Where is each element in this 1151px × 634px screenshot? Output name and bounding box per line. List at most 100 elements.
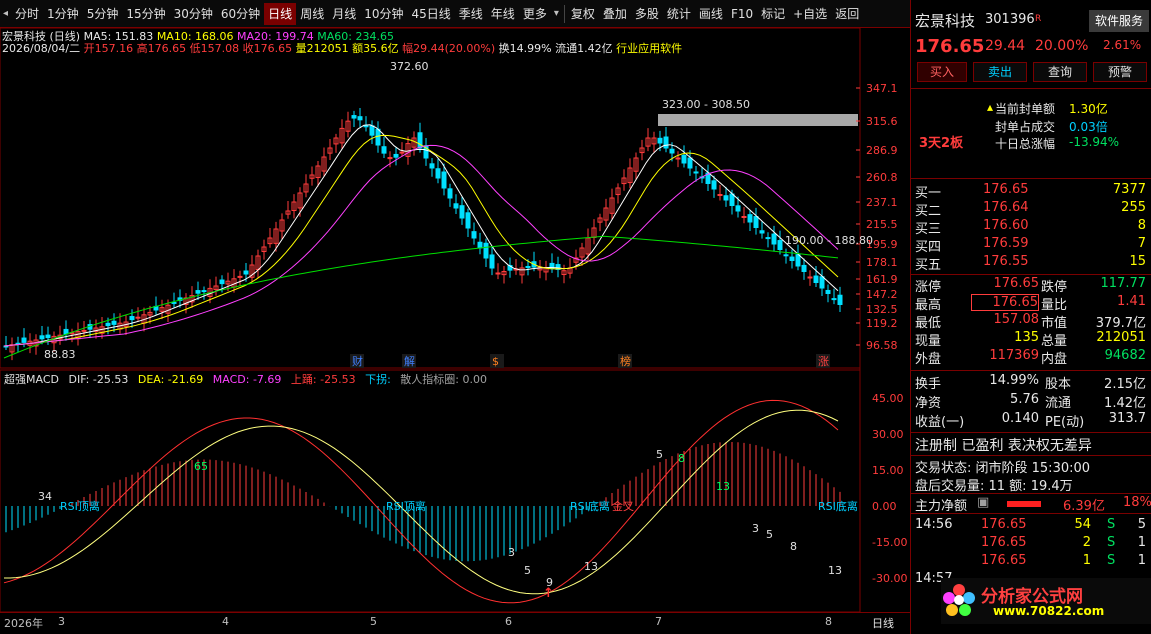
multi-stock-button[interactable]: 多股 bbox=[631, 3, 663, 25]
stat-label: 现量 bbox=[915, 334, 942, 349]
stat-row: 最高 176.65 量比 1.41 bbox=[911, 294, 1151, 313]
price-tick: 315.6 bbox=[866, 115, 898, 128]
macd-up: 上踊: -25.53 bbox=[291, 373, 356, 386]
flow-bar bbox=[1007, 501, 1041, 507]
query-button[interactable]: 查询 bbox=[1033, 62, 1087, 82]
sector-button[interactable]: 软件服务 bbox=[1089, 10, 1149, 32]
candle-body bbox=[489, 254, 495, 269]
event-marker[interactable]: 涨 bbox=[818, 355, 829, 368]
tick-price: 176.65 bbox=[981, 517, 1027, 532]
macd-panel-border bbox=[0, 369, 861, 612]
bid-row[interactable]: 买三 176.60 8 bbox=[911, 218, 1151, 237]
candle-body bbox=[201, 290, 207, 293]
period-indicator[interactable]: 日线 bbox=[872, 615, 894, 631]
f10-button[interactable]: F10 bbox=[727, 3, 757, 25]
overlay-button[interactable]: 叠加 bbox=[599, 3, 631, 25]
stats-button[interactable]: 统计 bbox=[663, 3, 695, 25]
tick-time: 14:56 bbox=[915, 517, 953, 532]
macd-annotation: 13 bbox=[584, 560, 598, 573]
stat-label: 量比 bbox=[1041, 298, 1068, 313]
tab-period-year[interactable]: 年线 bbox=[487, 3, 519, 25]
bid-row[interactable]: 买五 176.55 15 bbox=[911, 254, 1151, 273]
tab-period-more[interactable]: 更多 bbox=[519, 3, 551, 25]
alert-button[interactable]: 预警 bbox=[1093, 62, 1147, 82]
event-marker[interactable]: 财 bbox=[352, 354, 363, 368]
macd-tick: 45.00 bbox=[872, 392, 904, 405]
macd-extra: 散人指标圈: 0.00 bbox=[400, 372, 487, 386]
resistance-zone bbox=[658, 114, 858, 126]
buy-button[interactable]: 买入 bbox=[917, 62, 967, 82]
event-marker[interactable]: $ bbox=[492, 355, 499, 368]
month-label-5: 5 bbox=[370, 615, 377, 628]
tab-period-1min[interactable]: 1分钟 bbox=[43, 3, 83, 25]
price-tick: 215.5 bbox=[866, 218, 898, 231]
tick-row: 176.65 1 S 1 bbox=[911, 553, 1151, 571]
tick-price: 176.65 bbox=[981, 553, 1027, 568]
kline-chart[interactable]: 347.1315.6286.9260.8237.1215.5195.9178.1… bbox=[0, 28, 910, 612]
candle-body bbox=[495, 272, 501, 275]
tab-period-10min[interactable]: 10分钟 bbox=[360, 3, 407, 25]
stat-row: 涨停 176.65 跌停 117.77 bbox=[911, 276, 1151, 295]
bid-label: 买三 bbox=[915, 222, 942, 237]
event-markers: 财 解 $ 榜 涨 bbox=[350, 354, 830, 368]
divider bbox=[911, 513, 1151, 514]
price-change: 29.44 bbox=[985, 38, 1026, 54]
tab-period-daily[interactable]: 日线 bbox=[264, 2, 297, 25]
candle-body bbox=[753, 216, 759, 228]
bid-row[interactable]: 买四 176.59 7 bbox=[911, 236, 1151, 255]
event-marker[interactable]: 榜 bbox=[620, 354, 631, 368]
back-button[interactable]: 返回 bbox=[831, 3, 863, 25]
tab-period-fenshi[interactable]: 分时 bbox=[11, 3, 43, 25]
price-tick: 178.1 bbox=[866, 256, 898, 269]
bid-row[interactable]: 买二 176.64 255 bbox=[911, 200, 1151, 219]
tab-period-weekly[interactable]: 周线 bbox=[296, 3, 328, 25]
tick-volume: 54 bbox=[1074, 517, 1091, 532]
ma-line bbox=[3, 124, 839, 347]
more-dropdown-icon[interactable]: ▾ bbox=[551, 8, 562, 19]
add-watchlist-button[interactable]: +自选 bbox=[789, 3, 831, 25]
tick-count: 1 bbox=[1137, 535, 1146, 550]
candle-body bbox=[759, 230, 765, 234]
stat-label: 内盘 bbox=[1041, 352, 1068, 367]
turnover-label: 换 bbox=[498, 42, 510, 55]
candle-body bbox=[357, 116, 363, 121]
tab-period-monthly[interactable]: 月线 bbox=[328, 3, 360, 25]
candle-body bbox=[723, 195, 729, 201]
tab-period-5min[interactable]: 5分钟 bbox=[83, 3, 123, 25]
toolbar-left-arrow-icon[interactable]: ◂ bbox=[0, 8, 11, 19]
bid-label: 买一 bbox=[915, 186, 942, 201]
candle-body bbox=[825, 289, 831, 295]
stat-value: 135 bbox=[1014, 330, 1039, 345]
tab-period-45day[interactable]: 45日线 bbox=[408, 3, 455, 25]
tab-period-15min[interactable]: 15分钟 bbox=[122, 3, 169, 25]
macd-annotation: 5 bbox=[524, 564, 531, 577]
candle-body bbox=[819, 276, 825, 289]
candle-body bbox=[813, 275, 819, 284]
sell-button[interactable]: 卖出 bbox=[973, 62, 1027, 82]
range-label: 190.00 - 188.80 bbox=[785, 234, 873, 247]
candle-body bbox=[747, 214, 753, 223]
date-axis: 2026年 3 4 5 6 7 8 日线 bbox=[0, 612, 910, 634]
tab-period-60min[interactable]: 60分钟 bbox=[217, 3, 264, 25]
event-marker[interactable]: 解 bbox=[404, 354, 415, 368]
tab-period-30min[interactable]: 30分钟 bbox=[170, 3, 217, 25]
bid-label: 买二 bbox=[915, 204, 942, 219]
stat-value: 117369 bbox=[989, 348, 1039, 363]
stat-row: 现量 135 总量 212051 bbox=[911, 330, 1151, 349]
expand-icon[interactable]: ▣ bbox=[977, 495, 989, 510]
adjust-button[interactable]: 复权 bbox=[567, 3, 599, 25]
ma60-line bbox=[3, 235, 839, 359]
main-flow-row: 主力净额 ▣ 6.39亿 18% bbox=[911, 495, 1151, 514]
divider bbox=[911, 493, 1151, 494]
bid-row[interactable]: 买一 176.65 7377 bbox=[911, 182, 1151, 201]
draw-button[interactable]: 画线 bbox=[695, 3, 727, 25]
ma-legend: 宏景科技 (日线) MA5: 151.83 MA10: 168.06 MA20:… bbox=[2, 28, 394, 44]
fin-value: 1.42亿 bbox=[1104, 396, 1146, 411]
price-tick: 286.9 bbox=[866, 144, 898, 157]
fin-value: 5.76 bbox=[1010, 392, 1039, 407]
main-flow-pct: 18% bbox=[1123, 495, 1151, 510]
stat-label: 跌停 bbox=[1041, 280, 1068, 295]
mark-button[interactable]: 标记 bbox=[757, 3, 789, 25]
macd-annotation: RSI顶离 bbox=[60, 499, 100, 513]
tab-period-quarter[interactable]: 季线 bbox=[455, 3, 487, 25]
